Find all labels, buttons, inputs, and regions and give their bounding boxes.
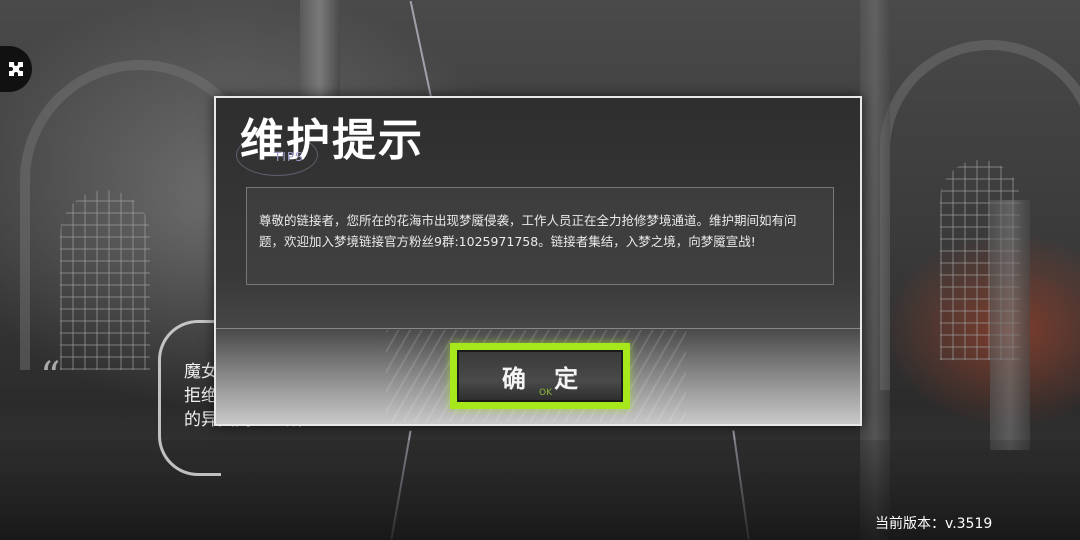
message-box: 尊敬的链接者，您所在的花海市出现梦魇侵袭，工作人员正在全力抢修梦境通道。维护期间… (246, 187, 834, 285)
background-pillar (300, 0, 340, 100)
quote-mark: “ (40, 354, 61, 400)
tips-label: TIPS (274, 150, 304, 164)
background-pillar (990, 200, 1030, 450)
confirm-button-sublabel: OK (539, 388, 552, 398)
puzzle-icon-glyph (9, 62, 23, 76)
version-label: 当前版本：v.3519 (875, 516, 993, 532)
confirm-button-inner[interactable]: 确 定 OK (457, 350, 623, 402)
dialog-title: 维护提示 (240, 115, 424, 166)
background-window (60, 190, 150, 370)
dialog-divider (216, 328, 860, 329)
confirm-button[interactable]: 确 定 OK (450, 343, 630, 409)
maintenance-dialog: 维护提示 TIPS 尊敬的链接者，您所在的花海市出现梦魇侵袭，工作人员正在全力抢… (214, 96, 862, 426)
lightning-streak (409, 0, 433, 100)
message-text: 尊敬的链接者，您所在的花海市出现梦魇侵袭，工作人员正在全力抢修梦境通道。维护期间… (259, 213, 797, 249)
